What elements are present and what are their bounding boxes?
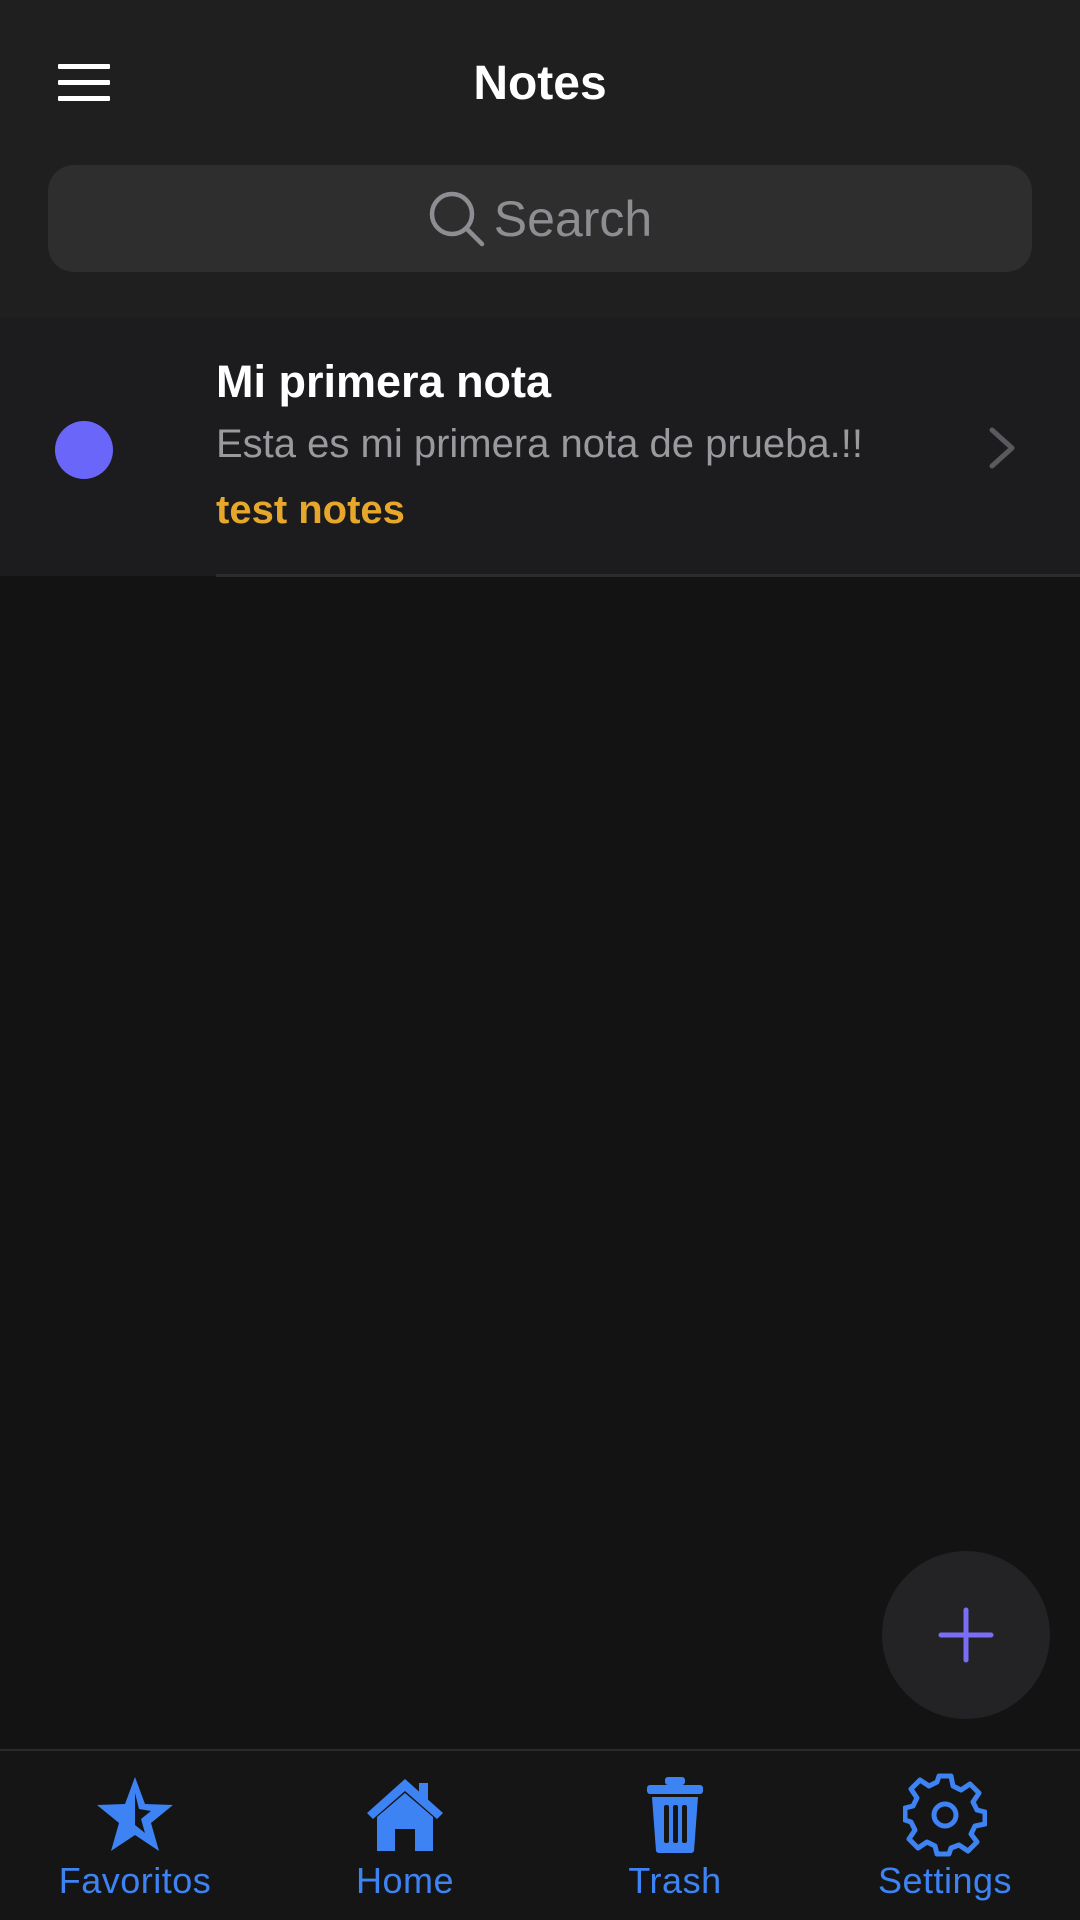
plus-icon bbox=[938, 1607, 994, 1663]
trash-icon bbox=[647, 1777, 703, 1853]
tab-label: Settings bbox=[877, 1860, 1013, 1901]
list-divider bbox=[216, 574, 1080, 577]
tab-settings[interactable]: Settings bbox=[810, 1751, 1080, 1920]
tab-home[interactable]: Home bbox=[270, 1751, 540, 1920]
bottom-tab-bar: Favoritos Home Trash Settings bbox=[0, 1749, 1080, 1920]
tab-label: Trash bbox=[628, 1860, 722, 1901]
tab-favoritos[interactable]: Favoritos bbox=[0, 1751, 270, 1920]
search-input[interactable]: Search bbox=[48, 165, 1032, 272]
note-title: Mi primera nota bbox=[216, 356, 552, 407]
header: Notes Search bbox=[0, 0, 1080, 318]
page-title: Notes bbox=[473, 57, 607, 110]
search-placeholder: Search bbox=[493, 190, 653, 247]
add-note-button[interactable] bbox=[882, 1551, 1050, 1719]
note-color-dot bbox=[55, 421, 113, 479]
tab-label: Home bbox=[355, 1860, 455, 1901]
chevron-right-icon bbox=[989, 427, 1015, 469]
star-icon bbox=[97, 1777, 173, 1851]
tab-trash[interactable]: Trash bbox=[540, 1751, 810, 1920]
gear-icon bbox=[903, 1773, 987, 1857]
note-preview: Esta es mi primera nota de prueba.!! bbox=[216, 422, 863, 466]
search-icon bbox=[429, 191, 485, 246]
note-tag: test notes bbox=[216, 488, 405, 532]
tab-label: Favoritos bbox=[58, 1860, 212, 1901]
home-icon bbox=[367, 1779, 443, 1851]
notes-screen: Notes Search Mi primera nota Esta es mi … bbox=[0, 0, 1080, 1920]
